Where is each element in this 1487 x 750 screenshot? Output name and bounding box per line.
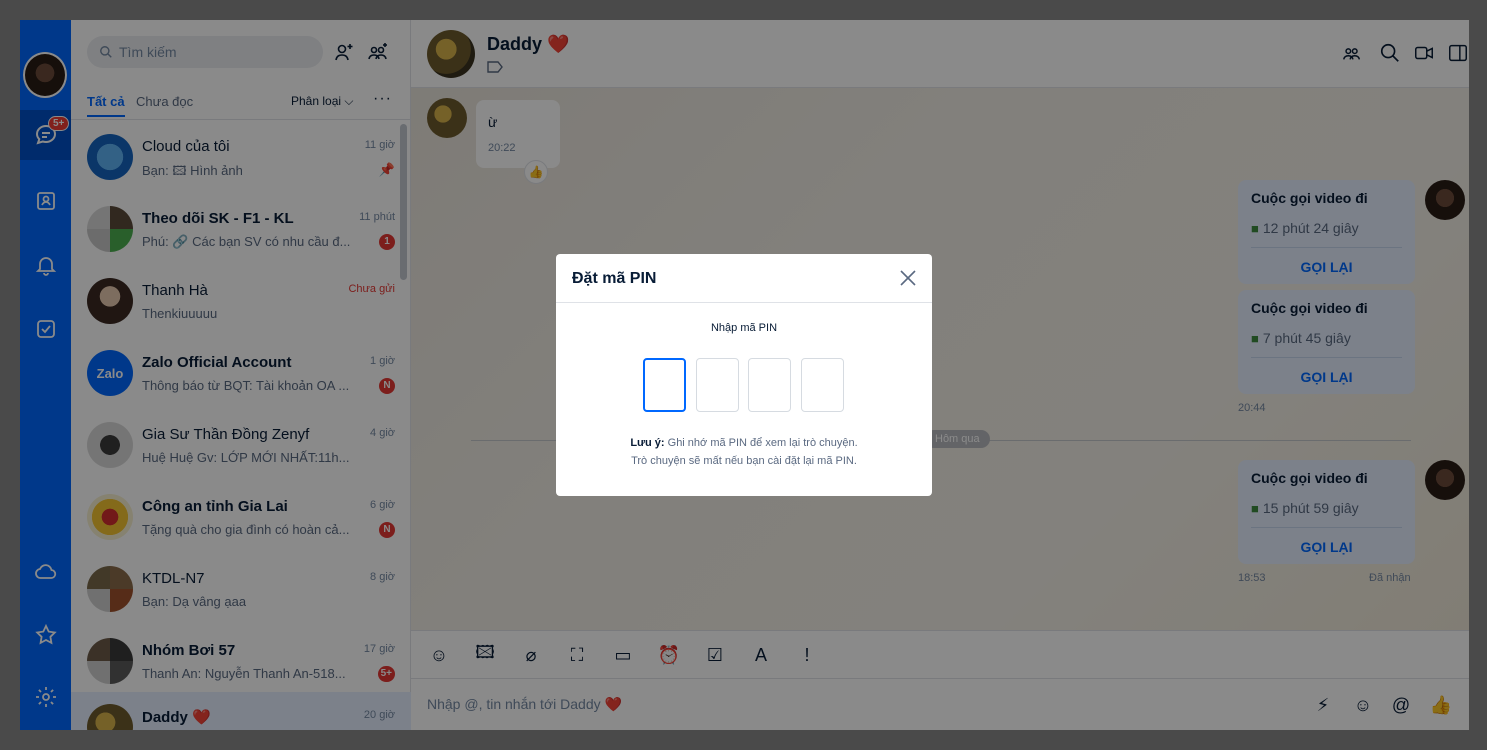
pin-digit-4-input[interactable] <box>801 358 844 412</box>
dialog-header: Đặt mã PIN <box>556 254 932 303</box>
set-pin-dialog: Đặt mã PIN Nhập mã PIN Lưu ý: Ghi nhớ mã… <box>556 254 932 496</box>
note-line-2: Trò chuyện sẽ mất nếu bạn cài đặt lại mã… <box>631 455 857 467</box>
close-icon[interactable] <box>898 268 918 288</box>
pin-digit-3-input[interactable] <box>748 358 791 412</box>
pin-label: Nhập mã PIN <box>710 322 778 334</box>
pin-digit-1-input[interactable] <box>643 358 686 412</box>
dialog-title: Đặt mã PIN <box>572 270 657 287</box>
pin-note: Lưu ý: Ghi nhớ mã PIN để xem lại trò chu… <box>556 434 932 470</box>
note-prefix: Lưu ý: <box>630 437 665 449</box>
note-line-1: Ghi nhớ mã PIN để xem lại trò chuyện. <box>664 437 858 449</box>
pin-digit-2-input[interactable] <box>696 358 739 412</box>
